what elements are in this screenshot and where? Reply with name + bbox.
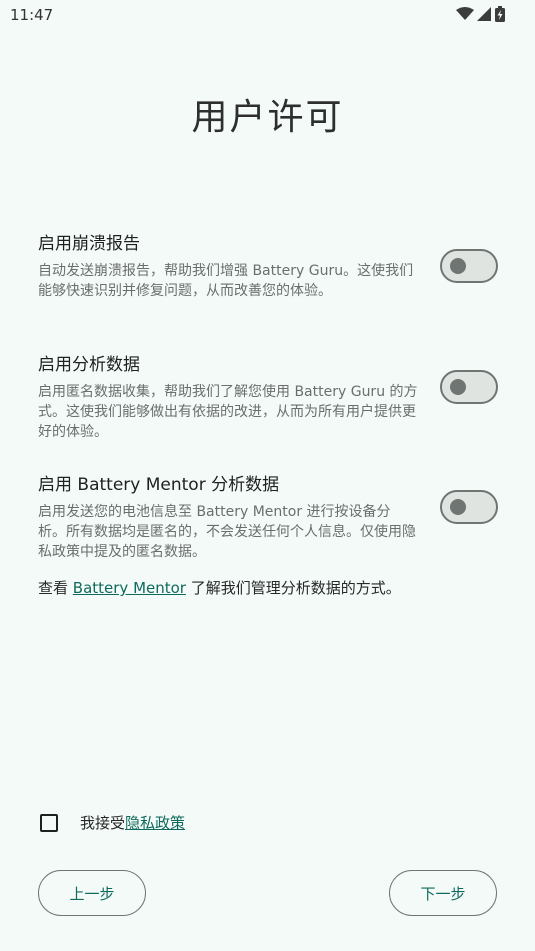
info-suffix: 了解我们管理分析数据的方式。	[185, 579, 401, 597]
battery-mentor-link[interactable]: Battery Mentor	[73, 579, 186, 597]
toggle-knob	[450, 258, 466, 274]
setting-description: 启用发送您的电池信息至 Battery Mentor 进行按设备分析。所有数据均…	[38, 504, 416, 560]
toggle-knob	[450, 499, 466, 515]
crash-reports-toggle[interactable]	[440, 249, 498, 283]
status-icons	[456, 6, 505, 22]
toggle-knob	[450, 379, 466, 395]
status-time: 11:47	[10, 6, 54, 24]
setting-analytics: 启用分析数据 启用匿名数据收集，帮助我们了解您使用 Battery Guru 的…	[38, 350, 498, 442]
setting-battery-mentor: 启用 Battery Mentor 分析数据 启用发送您的电池信息至 Batte…	[38, 470, 498, 562]
battery-charging-icon	[495, 6, 505, 22]
wifi-icon	[456, 7, 474, 20]
setting-title: 启用 Battery Mentor 分析数据	[38, 475, 280, 495]
privacy-consent: 我接受隐私政策	[40, 812, 185, 833]
page-title: 用户许可	[191, 97, 344, 138]
setting-description: 启用匿名数据收集，帮助我们了解您使用 Battery Guru 的方式。这使我们…	[38, 384, 418, 440]
setting-title: 启用分析数据	[38, 355, 140, 375]
next-button[interactable]: 下一步	[389, 870, 497, 916]
back-button[interactable]: 上一步	[38, 870, 146, 916]
privacy-policy-link[interactable]: 隐私政策	[125, 814, 185, 832]
accept-privacy-checkbox[interactable]	[40, 813, 58, 832]
setting-crash-reports: 启用崩溃报告 自动发送崩溃报告，帮助我们增强 Battery Guru。这使我们…	[38, 229, 498, 301]
consent-label: 我接受隐私政策	[80, 812, 185, 833]
signal-icon	[477, 7, 491, 21]
battery-mentor-toggle[interactable]	[440, 490, 498, 524]
consent-prefix: 我接受	[80, 814, 126, 832]
setting-title: 启用崩溃报告	[38, 234, 140, 254]
analytics-toggle[interactable]	[440, 370, 498, 404]
info-prefix: 查看	[38, 579, 73, 597]
setting-description: 自动发送崩溃报告，帮助我们增强 Battery Guru。这使我们能够快速识别并…	[38, 263, 414, 299]
analytics-info: 查看 Battery Mentor 了解我们管理分析数据的方式。	[38, 577, 401, 598]
status-bar: 11:47	[0, 0, 535, 30]
